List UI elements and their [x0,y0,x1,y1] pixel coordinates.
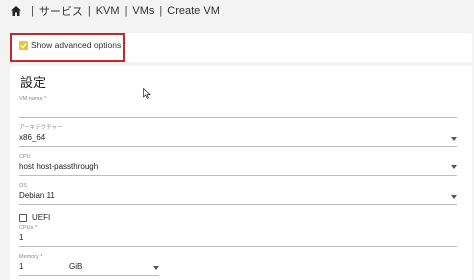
field-underline [19,117,457,118]
highlight-box [10,33,125,62]
field-underline [19,204,457,205]
architecture-value: x86_64 [19,133,46,142]
architecture-select[interactable]: アーキテクチャー x86_64 [19,125,457,147]
chevron-down-icon[interactable] [153,266,159,270]
breadcrumb-vms[interactable]: VMs [132,5,154,17]
memory-label: Memory * [19,254,43,260]
memory-unit[interactable]: GiB [69,261,82,272]
chevron-down-icon[interactable] [451,195,457,199]
field-underline [19,275,159,276]
cpus-field[interactable]: CPUs * 1 [19,225,457,247]
vm-name-label: VM name * [19,96,47,102]
field-underline [19,246,457,247]
mouse-cursor-icon [143,88,151,99]
home-icon[interactable] [10,5,22,17]
vm-name-field[interactable]: VM name * [19,96,457,118]
cpu-value: host host-passthrough [19,162,99,171]
chevron-down-icon[interactable] [451,165,457,169]
os-label: OS [19,183,27,189]
breadcrumb-separator: | [31,5,34,17]
breadcrumb-current: Create VM [167,5,220,17]
cpus-value: 1 [19,233,24,242]
memory-field[interactable]: Memory * 1 GiB [19,254,159,276]
breadcrumb: | サービス | KVM | VMs | Create VM [10,2,220,20]
section-title: 設定 [20,75,47,90]
breadcrumb-separator: | [87,5,91,17]
uefi-checkbox[interactable] [19,213,27,222]
field-underline [19,146,457,147]
chevron-down-icon[interactable] [451,137,457,141]
os-value: Debian 11 [19,191,55,200]
uefi-label: UEFI [32,213,51,222]
memory-value[interactable]: 1 [19,261,69,272]
cpu-label: CPU [19,154,31,160]
uefi-option[interactable]: UEFI [19,213,50,222]
cpus-label: CPUs * [19,225,38,231]
breadcrumb-separator: | [124,5,128,17]
breadcrumb-kvm[interactable]: KVM [96,5,120,17]
architecture-label: アーキテクチャー [19,125,63,131]
field-underline [19,175,457,176]
cpu-select[interactable]: CPU host host-passthrough [19,154,457,176]
breadcrumb-services[interactable]: サービス [39,3,83,19]
breadcrumb-separator: | [159,5,163,17]
os-select[interactable]: OS Debian 11 [19,183,457,205]
